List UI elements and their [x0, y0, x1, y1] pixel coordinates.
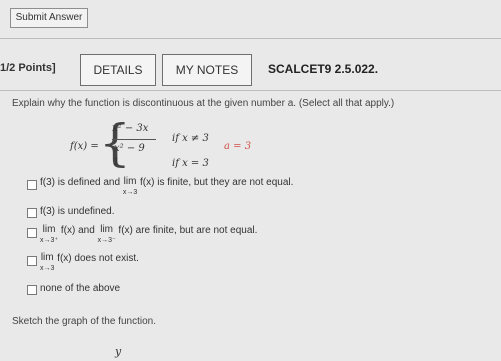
option-5-checkbox[interactable]: [27, 285, 37, 295]
sketch-prompt: Sketch the graph of the function.: [12, 316, 156, 327]
my-notes-button[interactable]: MY NOTES: [162, 54, 252, 86]
condition-not-equal: if x ≠ 3: [172, 133, 209, 144]
limit-expression: lim x→3: [40, 252, 55, 273]
points-label: 1/2 Points]: [0, 62, 56, 74]
a-value: a = 3: [224, 141, 252, 152]
option-2-checkbox[interactable]: [27, 208, 37, 218]
fraction-numerator: x² − 3x: [112, 123, 149, 134]
function-label: f(x) =: [70, 141, 99, 152]
question-prompt: Explain why the function is discontinuou…: [12, 98, 395, 109]
divider: [0, 90, 501, 91]
option-3-label: lim x→3⁺ f(x) and lim x→3⁻ f(x) are finite…: [40, 224, 258, 245]
details-button[interactable]: DETAILS: [80, 54, 156, 86]
left-limit: lim x→3⁻: [97, 224, 116, 245]
option-3-checkbox[interactable]: [27, 228, 37, 238]
y-axis-label: y: [115, 345, 122, 358]
divider: [0, 38, 501, 39]
option-1-checkbox[interactable]: [27, 180, 37, 190]
option-2-label: f(3) is undefined.: [40, 206, 115, 217]
condition-equal: if x = 3: [172, 158, 209, 169]
option-1-label: f(3) is defined and lim x→3 f(x) is finit…: [40, 176, 294, 197]
problem-code: SCALCET9 2.5.022.: [268, 62, 379, 76]
fraction-denominator: x² − 9: [114, 143, 145, 154]
submit-answer-button[interactable]: Submit Answer: [10, 8, 88, 28]
option-4-label: lim x→3 f(x) does not exist.: [40, 252, 139, 273]
option-5-label: none of the above: [40, 283, 121, 294]
right-limit: lim x→3⁺: [40, 224, 59, 245]
piece-value-one: 1: [113, 157, 120, 168]
limit-expression: lim x→3: [122, 176, 138, 197]
fraction-bar: [112, 139, 156, 140]
option-4-checkbox[interactable]: [27, 256, 37, 266]
